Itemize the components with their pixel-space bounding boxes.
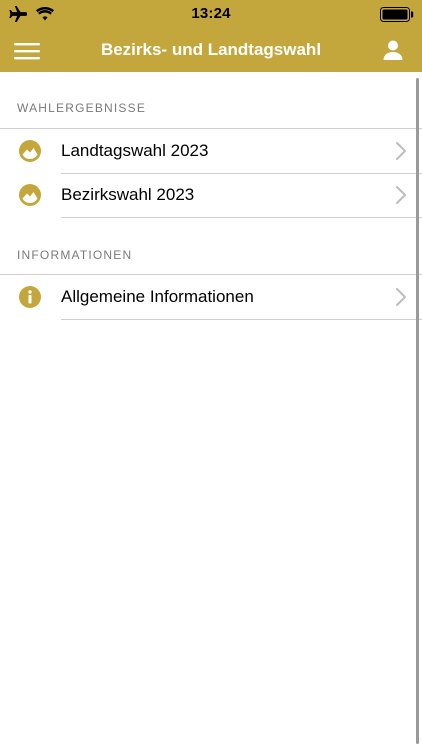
user-icon[interactable] — [382, 39, 404, 61]
status-time: 13:24 — [191, 5, 231, 22]
list-item-landtagswahl[interactable]: Landtagswahl 2023 — [0, 129, 422, 173]
list-item-label: Bezirkswahl 2023 — [61, 185, 195, 204]
list-item-label: Allgemeine Informationen — [61, 287, 254, 306]
main-content: WAHLERGEBNISSE Landtagswahl 2023 Bezirks… — [0, 72, 422, 750]
scrollbar[interactable] — [416, 78, 419, 744]
chevron-right-icon — [396, 186, 406, 204]
list-item-bezirkswahl[interactable]: Bezirkswahl 2023 — [0, 173, 422, 217]
navigation-bar: Bezirks- und Landtagswahl — [0, 28, 422, 72]
chevron-right-icon — [396, 288, 406, 306]
chevron-right-icon — [396, 142, 406, 160]
chart-circle-icon — [19, 184, 41, 206]
hamburger-menu-icon[interactable] — [14, 41, 40, 61]
section-header-wahlergebnisse: WAHLERGEBNISSE — [17, 101, 147, 115]
section-header-informationen: INFORMATIONEN — [17, 248, 133, 262]
top-bar: 13:24 Bezirks- und Landtagswahl — [0, 0, 422, 72]
info-icon — [19, 286, 41, 308]
list-item-label: Landtagswahl 2023 — [61, 141, 209, 160]
list-item-allgemeine-informationen[interactable]: Allgemeine Informationen — [0, 275, 422, 319]
divider — [61, 319, 422, 320]
app-screen: 13:24 Bezirks- und Landtagswahl WAHLERGE… — [0, 0, 422, 750]
status-bar: 13:24 — [0, 0, 422, 28]
divider — [61, 217, 422, 218]
page-title: Bezirks- und Landtagswahl — [100, 40, 322, 59]
battery-icon — [380, 7, 414, 27]
chart-circle-icon — [19, 140, 41, 162]
